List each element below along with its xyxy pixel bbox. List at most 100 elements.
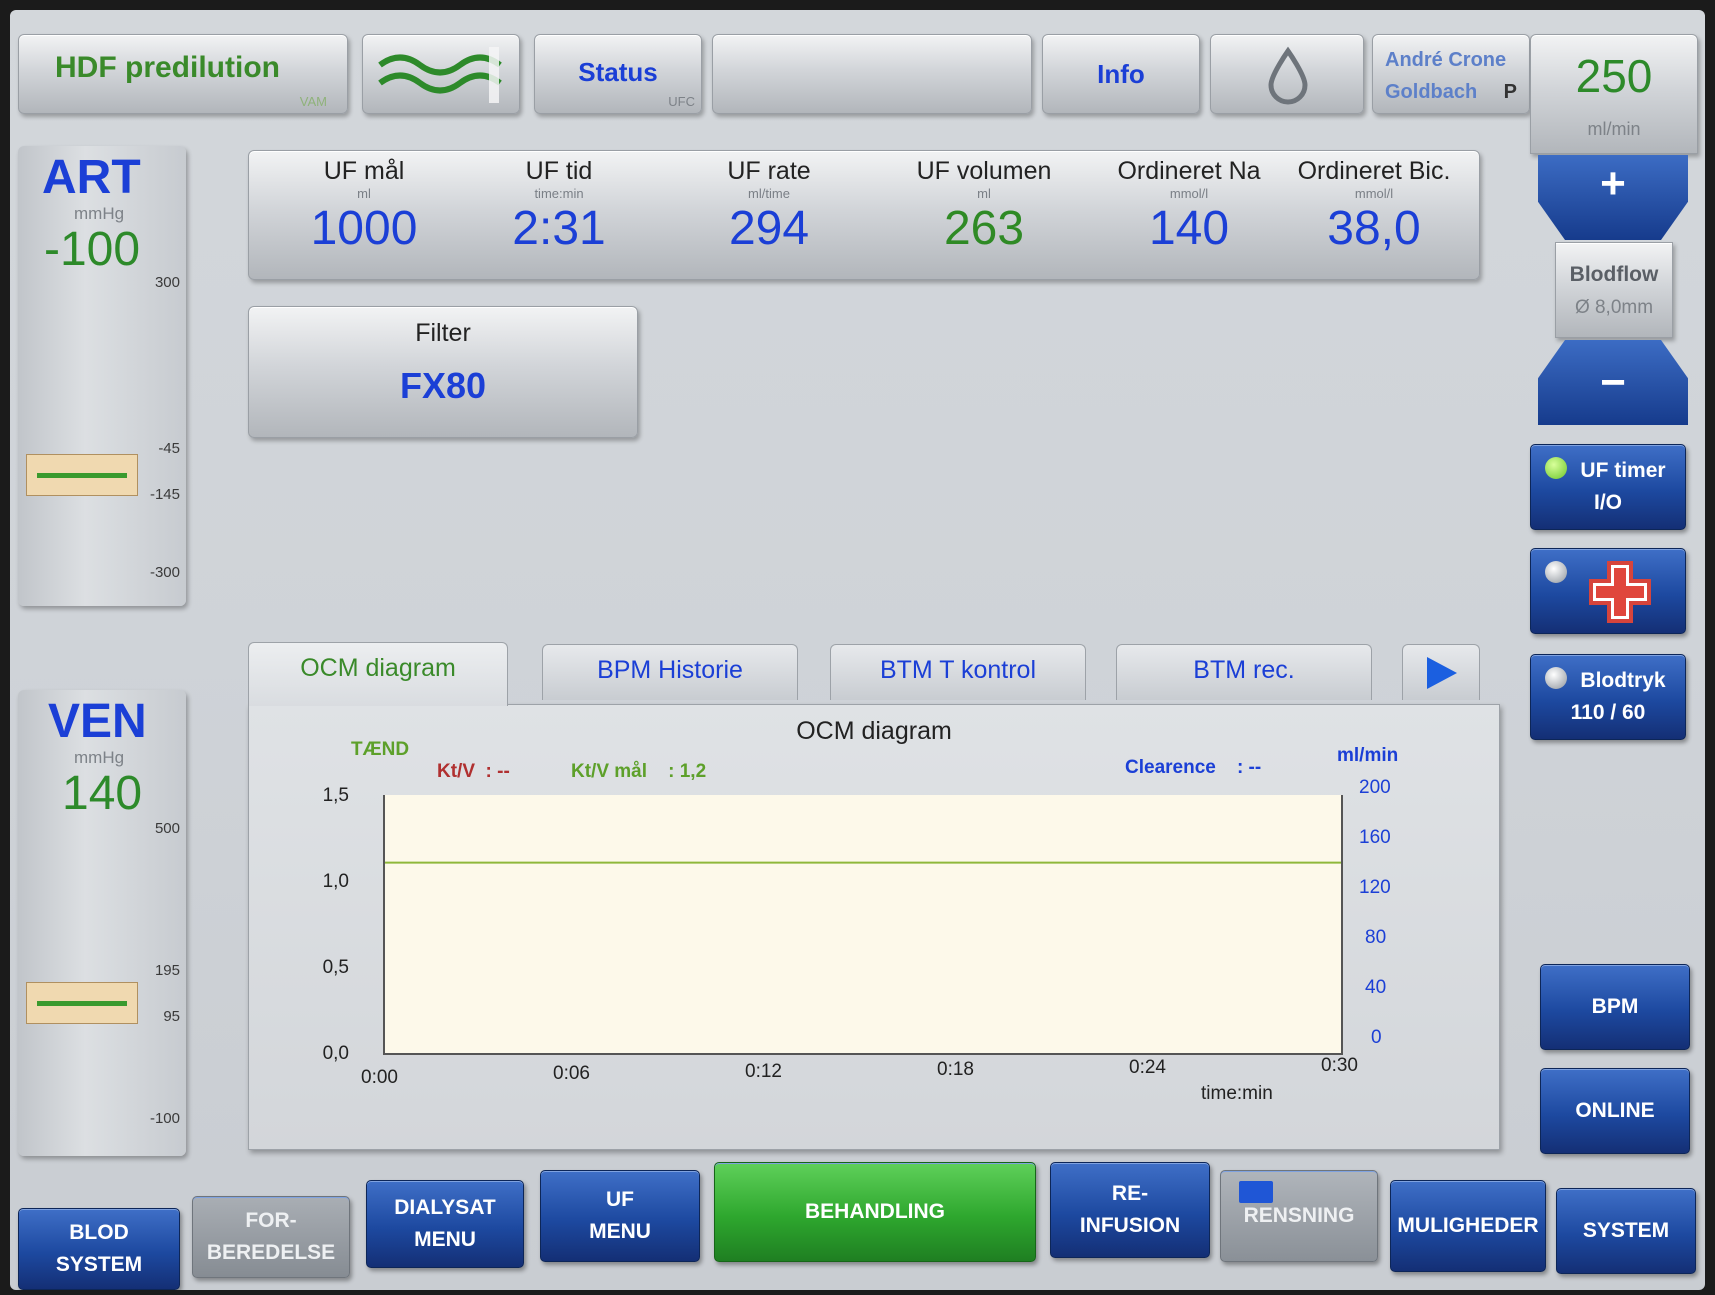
ven-tick-lower: 95	[163, 1008, 180, 1025]
param-bicarbonate[interactable]: Ordineret Bic. mmol/l 38,0	[1279, 157, 1469, 277]
status-label: Status	[578, 57, 658, 87]
blood-pressure-button[interactable]: Blodtryk 110 / 60	[1530, 654, 1686, 740]
param-value: 263	[943, 202, 1025, 255]
art-unit: mmHg	[74, 204, 125, 223]
param-value: 2:31	[512, 202, 606, 255]
status-button[interactable]: Status UFC	[534, 34, 702, 114]
ven-unit: mmHg	[74, 748, 125, 767]
bloodflow-size: Ø 8,0mm	[1574, 297, 1654, 318]
nav-label: RE-	[1111, 1182, 1149, 1205]
tab-ocm-diagram[interactable]: OCM diagram	[248, 642, 508, 706]
flow-wave-button[interactable]	[362, 34, 520, 114]
tab-next-button[interactable]	[1402, 644, 1480, 700]
wave-icon	[378, 47, 502, 103]
param-uf-time[interactable]: UF tid time:min 2:31	[464, 157, 654, 277]
ven-tick-upper: 195	[154, 962, 180, 979]
mode-sub-label: VAM	[299, 94, 327, 109]
play-arrow-icon	[1427, 657, 1457, 689]
nav-reinfusion[interactable]: RE- INFUSION	[1050, 1162, 1210, 1258]
nav-treatment[interactable]: BEHANDLING	[714, 1162, 1036, 1262]
nav-label: FOR-	[245, 1209, 297, 1232]
tab-bpm-historie[interactable]: BPM Historie	[542, 644, 798, 700]
bloodflow-minus-button[interactable]: −	[1538, 340, 1688, 425]
nav-dialysate-menu[interactable]: DIALYSAT MENU	[366, 1180, 524, 1268]
x-tick: 0:00	[361, 1067, 398, 1088]
param-label: Ordineret Bic.	[1297, 157, 1451, 185]
nav-uf-menu[interactable]: UF MENU	[540, 1170, 700, 1262]
art-tick-upper: -45	[158, 440, 180, 457]
ven-pressure-gauge: VEN mmHg 140 500 195 95 -100	[18, 690, 186, 1156]
filter-label: Filter	[415, 319, 471, 347]
param-label: UF tid	[525, 157, 593, 185]
art-pressure-gauge: ART mmHg -100 300 -45 -145 -300	[18, 146, 186, 606]
bloodflow-display: 250 ml/min	[1530, 34, 1698, 154]
nav-label: MENU	[414, 1228, 476, 1251]
plus-icon: +	[1600, 159, 1626, 208]
x-tick: 0:30	[1321, 1055, 1358, 1076]
bloodflow-plus-button[interactable]: +	[1538, 155, 1688, 240]
drop-button[interactable]	[1210, 34, 1364, 114]
art-tick-max: 300	[154, 274, 180, 291]
bloodflow-value: 250	[1575, 50, 1653, 102]
param-unit: mmol/l	[1354, 186, 1394, 201]
y-right-tick: 80	[1365, 927, 1387, 948]
nav-system[interactable]: SYSTEM	[1556, 1188, 1696, 1274]
dialysis-screen: HDF predilution VAM Status UFC Info Andr…	[10, 10, 1705, 1290]
chart-ktv-target-label: Kt/V mål : 1,2	[571, 761, 707, 782]
nav-preparation[interactable]: FOR- BEREDELSE	[192, 1196, 350, 1278]
user-name: André Crone	[1385, 49, 1507, 71]
param-unit: mmol/l	[1169, 186, 1209, 201]
param-uf-rate[interactable]: UF rate ml/time 294	[674, 157, 864, 277]
blood-pressure-label: Blodtryk	[1580, 669, 1666, 692]
y-right-tick: 160	[1359, 827, 1391, 848]
nav-label: SYSTEM	[55, 1253, 143, 1276]
x-tick: 0:18	[937, 1059, 974, 1080]
y-right-tick: 40	[1365, 977, 1387, 998]
art-limit-window	[26, 454, 138, 496]
tab-btm-t-kontrol[interactable]: BTM T kontrol	[830, 644, 1086, 700]
online-button[interactable]: ONLINE	[1540, 1068, 1690, 1154]
y-right-tick: 120	[1359, 877, 1391, 898]
x-axis-label: time:min	[1201, 1083, 1273, 1104]
param-unit: ml	[977, 186, 991, 201]
filter-button[interactable]: Filter FX80	[248, 306, 638, 438]
nav-options[interactable]: MULIGHEDER	[1390, 1180, 1546, 1272]
nav-cleaning[interactable]: RENSNING	[1220, 1170, 1378, 1262]
x-tick: 0:24	[1129, 1057, 1166, 1078]
user-place: Goldbach	[1385, 81, 1478, 103]
nav-blood-system[interactable]: BLOD SYSTEM	[18, 1208, 180, 1290]
chart-right-unit: ml/min	[1337, 745, 1399, 766]
bpm-button[interactable]: BPM	[1540, 964, 1690, 1050]
param-value: 38,0	[1327, 202, 1421, 255]
nav-label: DIALYSAT	[394, 1196, 496, 1219]
mode-button[interactable]: HDF predilution VAM	[18, 34, 348, 114]
x-tick: 0:12	[745, 1061, 782, 1082]
bpm-label: BPM	[1591, 995, 1639, 1018]
message-field	[712, 34, 1032, 114]
param-label: UF rate	[727, 157, 811, 185]
chart-status-label: TÆND	[351, 739, 410, 760]
chart-plot-area	[383, 795, 1343, 1055]
nav-label: BEREDELSE	[206, 1241, 336, 1264]
nav-label: BEHANDLING	[805, 1200, 945, 1223]
param-uf-goal[interactable]: UF mål ml 1000	[269, 157, 459, 277]
nav-label: BLOD	[69, 1221, 129, 1244]
nav-label: INFUSION	[1079, 1214, 1181, 1237]
param-uf-volume: UF volumen ml 263	[879, 157, 1089, 277]
uf-timer-button[interactable]: UF timer I/O	[1530, 444, 1686, 530]
param-unit: ml	[357, 186, 371, 201]
alarm-button[interactable]	[1530, 548, 1686, 634]
ven-limit-window	[26, 982, 138, 1024]
alarm-indicator	[1545, 561, 1567, 583]
tab-btm-rec[interactable]: BTM rec.	[1116, 644, 1372, 700]
nav-label: UF	[606, 1188, 634, 1211]
user-button[interactable]: André Crone Goldbach P	[1372, 34, 1530, 114]
param-value: 140	[1148, 202, 1230, 255]
nav-label: MULIGHEDER	[1397, 1214, 1539, 1237]
nav-label: MENU	[589, 1220, 651, 1243]
param-sodium[interactable]: Ordineret Na mmol/l 140	[1089, 157, 1289, 277]
info-button[interactable]: Info	[1042, 34, 1200, 114]
art-tick-lower: -145	[149, 486, 180, 503]
chart-title: OCM diagram	[796, 717, 952, 745]
y-left-tick: 1,0	[322, 871, 349, 892]
